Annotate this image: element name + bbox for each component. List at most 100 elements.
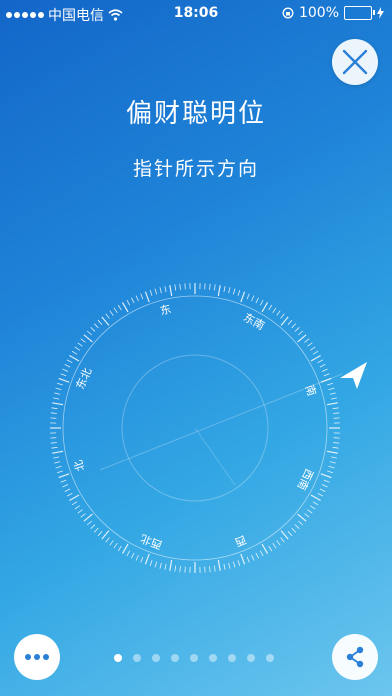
compass-tick (74, 346, 81, 351)
compass-tick (64, 364, 71, 368)
compass-tick (327, 382, 334, 386)
compass-tick (251, 554, 255, 561)
compass-tick (319, 488, 326, 492)
page-dot[interactable] (209, 654, 217, 662)
compass-tick (86, 330, 92, 336)
compass-tick (83, 334, 93, 343)
compass-tick (209, 283, 211, 290)
more-button[interactable] (14, 634, 60, 680)
close-button[interactable] (332, 39, 378, 85)
compass-tick (297, 513, 307, 522)
compass-tick (117, 304, 122, 311)
compass-tick (298, 330, 304, 336)
compass-tick (280, 537, 285, 543)
compass-tick (174, 284, 177, 291)
compass-tick (66, 492, 73, 497)
compass-label: 东南 (241, 311, 267, 333)
compass-tick (223, 286, 226, 293)
compass-tick (149, 560, 153, 567)
compass-tick (312, 501, 319, 506)
page-dot[interactable] (133, 654, 141, 662)
compass-label: 北 (72, 458, 88, 472)
compass-labels: 东东南南西南西西北北东北 (72, 302, 319, 551)
compass-tick (126, 550, 131, 557)
compass-tick (105, 537, 110, 543)
compass-tick (113, 307, 118, 314)
compass-tick (333, 442, 340, 444)
compass-tick (228, 287, 231, 294)
share-button[interactable] (332, 634, 378, 680)
page-dot[interactable] (114, 654, 122, 662)
compass-tick (287, 319, 293, 325)
compass-tick (71, 501, 78, 506)
page-subtitle: 指针所示方向 (132, 158, 259, 180)
compass-tick (97, 319, 103, 325)
compass-tick (174, 565, 177, 572)
compass-tick (90, 524, 96, 529)
compass-tick (54, 392, 61, 395)
charging-icon (377, 7, 384, 19)
compass-tick (60, 373, 67, 377)
close-icon (342, 49, 368, 75)
page-dot[interactable] (190, 654, 198, 662)
compass-tick (60, 479, 67, 483)
compass-tick (144, 291, 150, 303)
compass-tick (54, 461, 61, 464)
compass-tick (297, 334, 307, 343)
compass-tick (58, 377, 70, 383)
compass-tick (101, 316, 110, 326)
page-dot[interactable] (152, 654, 160, 662)
compass-tick (131, 297, 135, 304)
compass-tick (246, 556, 250, 563)
page-dot[interactable] (247, 654, 255, 662)
compass-tick (323, 373, 330, 377)
compass-tick (121, 543, 129, 554)
compass-label: 南 (303, 383, 319, 397)
compass-tick (294, 327, 300, 332)
compass-tick (144, 553, 150, 565)
compass-tick (332, 446, 339, 449)
compass-tick (94, 323, 99, 329)
compass-tick (154, 288, 158, 295)
compass-tick (240, 553, 246, 565)
compass-tick (53, 397, 60, 400)
compass-tick (169, 285, 173, 297)
compass-tick (291, 323, 296, 329)
compass-tick (329, 461, 336, 464)
compass-tick (268, 304, 273, 311)
compass-tick (50, 412, 57, 414)
page-dot[interactable] (228, 654, 236, 662)
compass-tick (232, 561, 236, 568)
compass-tick (330, 456, 337, 459)
compass-tick (240, 291, 246, 303)
compass-tick (217, 285, 221, 297)
screen: 中国电信 18:06 100% 偏财聪明位 指针所示方向 东 东南 南 西南 西… (0, 0, 392, 696)
compass-tick (55, 465, 62, 469)
compass-cross-line (194, 427, 236, 486)
compass-tick (327, 470, 334, 474)
compass-tick (317, 359, 324, 364)
compass-tick (320, 473, 332, 479)
compass-tick (159, 287, 162, 294)
compass-tick (117, 545, 122, 552)
compass-tick (90, 327, 96, 332)
page-dot[interactable] (171, 654, 179, 662)
compass-tick (223, 563, 226, 570)
compass-tick (55, 387, 62, 391)
compass-tick (317, 492, 324, 497)
compass-label: 东 (159, 302, 173, 317)
page-dot[interactable] (266, 654, 274, 662)
compass-tick (255, 297, 259, 304)
compass-tick (52, 402, 64, 406)
compass-tick (77, 509, 83, 514)
compass-tick (80, 513, 86, 518)
compass-tick (64, 488, 71, 492)
compass-tick (209, 566, 211, 573)
arrow-pointer-icon (340, 362, 367, 389)
compass-tick (237, 289, 241, 296)
compass-tick (246, 293, 250, 300)
compass-tick (309, 505, 316, 510)
compass-tick (329, 392, 336, 395)
compass-tick (74, 505, 81, 510)
compass-tick (97, 531, 103, 537)
